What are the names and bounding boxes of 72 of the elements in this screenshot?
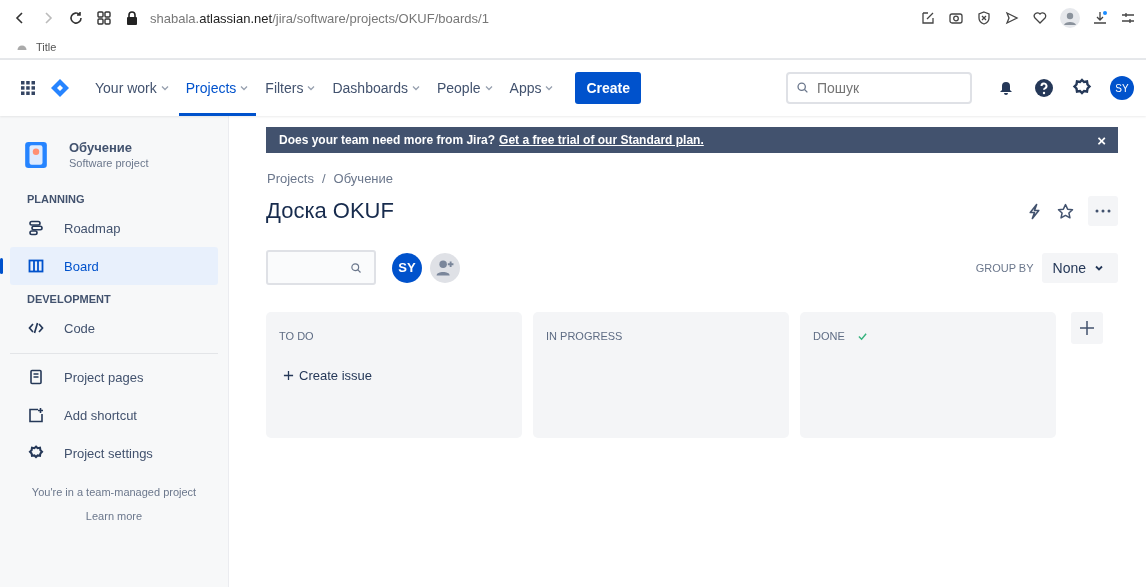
send-icon[interactable]: [1004, 10, 1020, 26]
app-switcher-icon[interactable]: [20, 80, 36, 96]
nav-menu[interactable]: Apps: [502, 60, 562, 116]
breadcrumb-link[interactable]: Обучение: [333, 171, 394, 186]
chevron-down-icon: [544, 83, 555, 93]
more-icon: [1095, 209, 1111, 213]
column-title: DONE: [813, 330, 845, 342]
plus-icon: [283, 370, 294, 381]
search-field[interactable]: Пошук: [786, 72, 972, 104]
nav-menu[interactable]: Dashboards: [325, 60, 428, 116]
sidebar-link[interactable]: Project pages: [10, 358, 218, 396]
group-by-dropdown[interactable]: None: [1041, 252, 1118, 283]
nav-menu[interactable]: People: [429, 60, 501, 116]
lock-icon: [124, 10, 140, 26]
project-name: Обучение: [69, 140, 134, 155]
chevron-down-icon: [239, 83, 250, 93]
user-avatar[interactable]: SY: [392, 252, 422, 283]
project-avatar-icon: [25, 141, 47, 168]
settings-icon: [28, 445, 44, 461]
user-avatar[interactable]: SY: [1110, 76, 1134, 100]
learn-more-link[interactable]: Learn more: [85, 510, 143, 522]
camera-icon[interactable]: [948, 10, 964, 26]
breadcrumb-separator: /: [321, 171, 326, 186]
lightning-icon[interactable]: [1026, 202, 1043, 220]
sliders-icon[interactable]: [1120, 10, 1136, 26]
edit-icon[interactable]: [920, 10, 936, 26]
section-heading: DEVELOPMENT: [26, 292, 112, 307]
sidebar-link[interactable]: Project settings: [10, 434, 218, 472]
board-search-field[interactable]: [266, 250, 376, 285]
shield-icon[interactable]: [976, 10, 992, 26]
create-button[interactable]: Create: [575, 72, 642, 104]
reload-icon[interactable]: [68, 10, 84, 26]
add-shortcut-icon: [28, 407, 44, 423]
diamond-logo-icon[interactable]: [50, 78, 70, 98]
board-title: Доска OKUF: [266, 198, 394, 224]
help-icon[interactable]: [1034, 78, 1054, 98]
board-icon: [28, 258, 44, 274]
add-people-icon[interactable]: [430, 252, 460, 283]
roadmap-icon: [28, 220, 44, 236]
address-bar[interactable]: shabala.atlassian.net/jira/software/projects/OKUF/boards/1: [150, 10, 489, 26]
project-type: Software project: [69, 157, 149, 169]
page-icon: [28, 369, 44, 385]
group-by-label: GROUP BY: [975, 261, 1034, 274]
add-column-button[interactable]: [1071, 312, 1103, 344]
nav-menu[interactable]: Filters: [258, 60, 324, 116]
profile-icon[interactable]: [1060, 8, 1080, 28]
close-button[interactable]: ×: [1097, 131, 1106, 149]
heart-icon[interactable]: [1032, 10, 1048, 26]
sidebar-item[interactable]: Code: [10, 309, 218, 347]
section-heading: PLANNING: [26, 192, 86, 207]
sidebar-item[interactable]: Roadmap: [10, 209, 218, 247]
chevron-down-icon: [306, 83, 317, 93]
chevron-down-icon: [410, 83, 421, 93]
search-icon: [350, 262, 362, 274]
banner-text: Does your team need more from Jira?: [279, 133, 496, 147]
sidebar-link[interactable]: Add shortcut: [10, 396, 218, 434]
column-title: IN PROGRESS: [546, 330, 623, 342]
chevron-down-icon: [159, 83, 170, 93]
grid-icon[interactable]: [96, 10, 112, 26]
plus-icon: [1079, 320, 1095, 336]
cloud-icon: [16, 43, 28, 51]
team-managed-note: You're in a team-managed project: [30, 486, 198, 498]
star-icon[interactable]: [1057, 202, 1074, 220]
column-title: TO DO: [279, 330, 314, 342]
code-icon: [28, 320, 44, 336]
nav-menu[interactable]: Your work: [88, 60, 177, 116]
bookmark-link[interactable]: Title: [36, 41, 57, 53]
breadcrumb-link[interactable]: Projects: [267, 171, 314, 186]
create-issue-button[interactable]: Create issue: [279, 366, 376, 385]
download-icon[interactable]: [1092, 10, 1108, 26]
chevron-down-icon: [483, 83, 494, 93]
trial-link[interactable]: Get a free trial of our Standard plan.: [499, 133, 704, 147]
